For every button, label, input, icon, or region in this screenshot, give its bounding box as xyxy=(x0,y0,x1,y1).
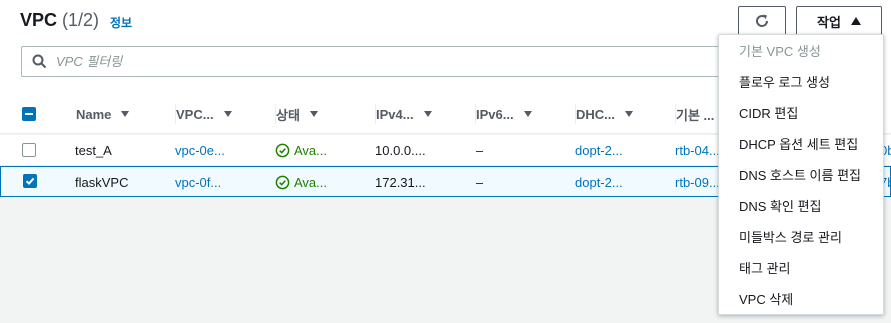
cell-ipv4: 172.31... xyxy=(375,175,426,190)
sort-down-icon xyxy=(121,111,130,117)
column-header-label: DHC... xyxy=(576,106,615,122)
cell-ipv4: 10.0.0.... xyxy=(375,143,426,158)
column-header-ipv4[interactable]: IPv4... xyxy=(375,94,432,134)
select-all-checkbox[interactable] xyxy=(22,107,36,121)
actions-button-label: 작업 xyxy=(817,14,841,30)
sort-down-icon xyxy=(423,111,432,117)
cell-route-table[interactable]: rtb-09... xyxy=(675,167,720,198)
cell-route-table[interactable]: rtb-04... xyxy=(675,135,720,166)
cell-vpc-id[interactable]: vpc-0e... xyxy=(175,135,225,166)
caret-up-icon xyxy=(850,17,861,25)
column-header-ipv6[interactable]: IPv6... xyxy=(475,94,532,134)
check-circle-icon xyxy=(275,143,290,158)
column-header-label: 상태 xyxy=(276,107,300,123)
column-header-name[interactable]: Name xyxy=(76,94,130,134)
menu-item-edit-dns-resolution[interactable]: DNS 확인 편집 xyxy=(719,190,883,221)
cell-ipv6: – xyxy=(476,175,484,190)
actions-button[interactable]: 작업 xyxy=(796,6,882,36)
menu-item-manage-tags[interactable]: 태그 관리 xyxy=(719,252,883,283)
column-header-main-route-table[interactable]: 기본 ... xyxy=(674,94,715,134)
column-header-vpc-id[interactable]: VPC... xyxy=(175,94,232,134)
cell-vpc-id[interactable]: vpc-0f... xyxy=(175,167,221,198)
state-label: Ava... xyxy=(294,143,328,158)
menu-item-manage-middlebox-routes[interactable]: 미들박스 경로 관리 xyxy=(719,221,883,252)
cell-name: test_A xyxy=(75,143,112,158)
sort-down-icon xyxy=(625,111,633,117)
state-label: Ava... xyxy=(294,175,328,190)
refresh-button[interactable] xyxy=(738,6,786,36)
menu-item-delete-vpc[interactable]: VPC 삭제 xyxy=(719,283,883,314)
cell-ipv6: – xyxy=(476,143,484,158)
row-checkbox[interactable] xyxy=(23,174,37,188)
info-link[interactable]: 정보 xyxy=(110,14,132,31)
page-title-text: VPC xyxy=(20,10,58,30)
page-title: VPC (1/2) xyxy=(20,10,99,31)
column-header-state[interactable]: 상태 xyxy=(275,94,318,134)
actions-dropdown-menu: 기본 VPC 생성 플로우 로그 생성 CIDR 편집 DHCP 옵션 세트 편… xyxy=(718,34,884,315)
menu-item-create-flow-log[interactable]: 플로우 로그 생성 xyxy=(719,66,883,97)
row-checkbox[interactable] xyxy=(22,143,36,157)
column-header-label: Name xyxy=(76,106,112,122)
sort-down-icon xyxy=(223,111,232,117)
column-header-label: 기본 ... xyxy=(676,107,715,123)
column-header-dhcp[interactable]: DHC... xyxy=(575,94,633,134)
search-input[interactable] xyxy=(56,47,716,76)
cell-state: Ava... xyxy=(275,167,327,198)
column-header-label: VPC... xyxy=(176,106,214,122)
menu-item-edit-dhcp-options[interactable]: DHCP 옵션 세트 편집 xyxy=(719,128,883,159)
sort-down-icon xyxy=(523,111,532,117)
cell-name: flaskVPC xyxy=(75,175,129,190)
selection-count: (1/2) xyxy=(62,10,100,30)
menu-item-edit-cidr[interactable]: CIDR 편집 xyxy=(719,97,883,128)
column-header-label: IPv6... xyxy=(476,106,514,122)
sort-down-icon xyxy=(309,111,318,117)
check-icon xyxy=(25,177,35,186)
menu-item-edit-dns-hostnames[interactable]: DNS 호스트 이름 편집 xyxy=(719,159,883,190)
column-header-label: IPv4... xyxy=(376,106,414,122)
vpc-filter xyxy=(21,46,721,77)
cell-dhcp[interactable]: dopt-2... xyxy=(575,135,623,166)
check-circle-icon xyxy=(275,175,290,190)
refresh-icon xyxy=(756,14,769,27)
cell-dhcp[interactable]: dopt-2... xyxy=(575,167,623,198)
search-icon xyxy=(32,54,47,74)
menu-item-create-default-vpc: 기본 VPC 생성 xyxy=(739,44,821,59)
cell-state: Ava... xyxy=(275,135,327,166)
